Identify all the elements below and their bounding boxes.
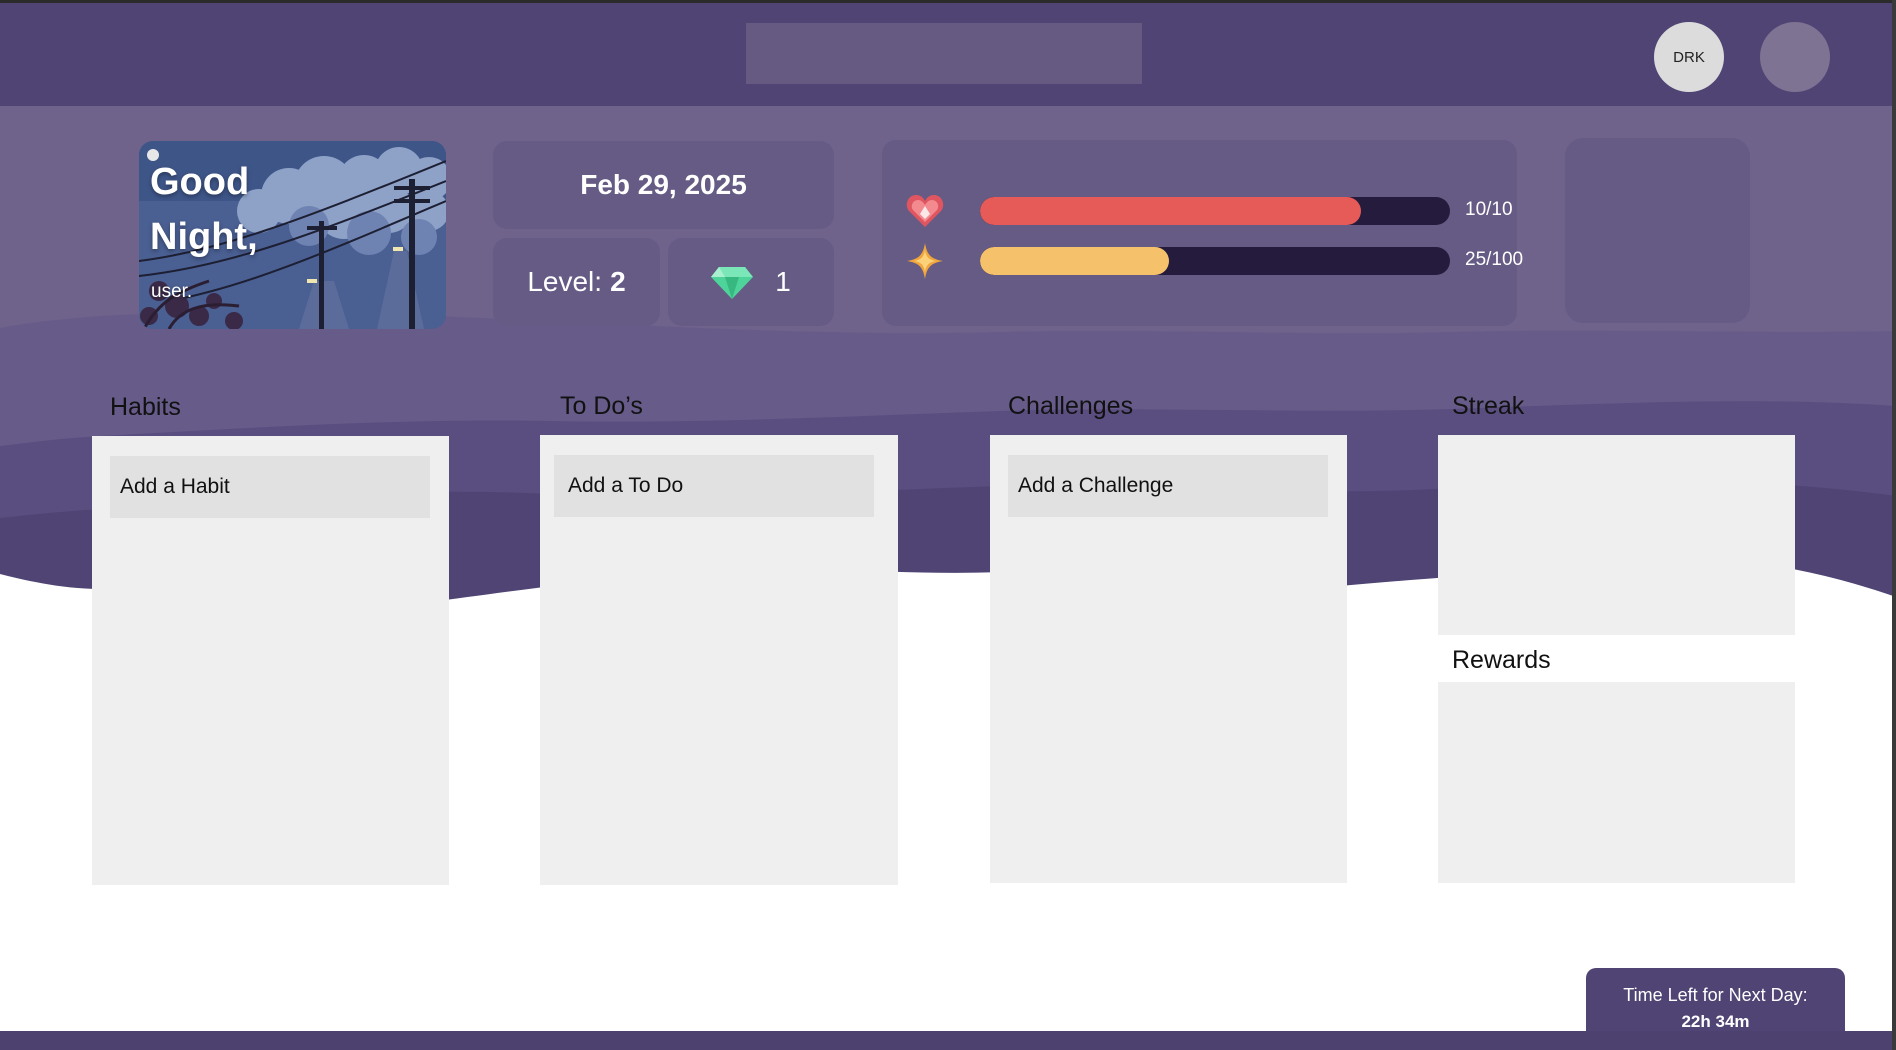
xp-bar-fill (980, 247, 1170, 275)
streak-title: Streak (1452, 392, 1525, 420)
level-label: Level: (527, 266, 603, 297)
heart-icon (906, 195, 944, 227)
rewards-panel (1438, 682, 1795, 883)
window-bottom-bar (0, 1031, 1896, 1050)
gem-card: 1 (668, 238, 834, 326)
date-card: Feb 29, 2025 (493, 141, 834, 229)
greeting-title: Good Night, (150, 155, 258, 265)
habits-title: Habits (110, 393, 181, 421)
health-bar (980, 197, 1450, 225)
streak-panel (1438, 435, 1795, 635)
next-day-timer: Time Left for Next Day: 22h 34m (1586, 968, 1845, 1034)
empty-card (1565, 138, 1750, 323)
gem-count: 1 (775, 266, 791, 297)
profile-avatar[interactable] (1760, 22, 1830, 92)
xp-text: 25/100 (1465, 249, 1524, 270)
stats-card: 10/10 25/100 (882, 140, 1523, 326)
greeting-line-1: Good (150, 161, 250, 203)
search-bar[interactable] (746, 23, 1142, 84)
rewards-title: Rewards (1452, 646, 1551, 674)
timer-label: Time Left for Next Day: (1623, 985, 1808, 1005)
current-date: Feb 29, 2025 (580, 169, 747, 200)
add-todo-button[interactable]: Add a To Do (554, 455, 874, 517)
xp-bar (980, 247, 1450, 275)
window-top-border (0, 0, 1896, 3)
greeting-username: user. (151, 281, 193, 302)
xp-row: 25/100 (906, 243, 1523, 279)
star-icon (907, 243, 943, 279)
greeting-line-2: Night, (150, 216, 258, 258)
top-navbar: DRK (0, 3, 1892, 106)
health-bar-fill (980, 197, 1361, 225)
add-challenge-button[interactable]: Add a Challenge (1008, 455, 1328, 517)
user-avatar[interactable]: DRK (1654, 22, 1724, 92)
level-value: 2 (610, 266, 626, 297)
health-text: 10/10 (1465, 199, 1513, 220)
window-right-border (1892, 0, 1896, 1050)
health-row: 10/10 (906, 195, 1513, 227)
greeting-card: Good Night, user. (139, 141, 446, 329)
add-habit-button[interactable]: Add a Habit (110, 456, 430, 518)
timer-value: 22h 34m (1681, 1012, 1750, 1031)
level-card: Level: 2 (493, 238, 660, 326)
todos-title: To Do’s (560, 392, 643, 420)
challenges-title: Challenges (1008, 392, 1134, 420)
gem-icon (711, 267, 754, 299)
